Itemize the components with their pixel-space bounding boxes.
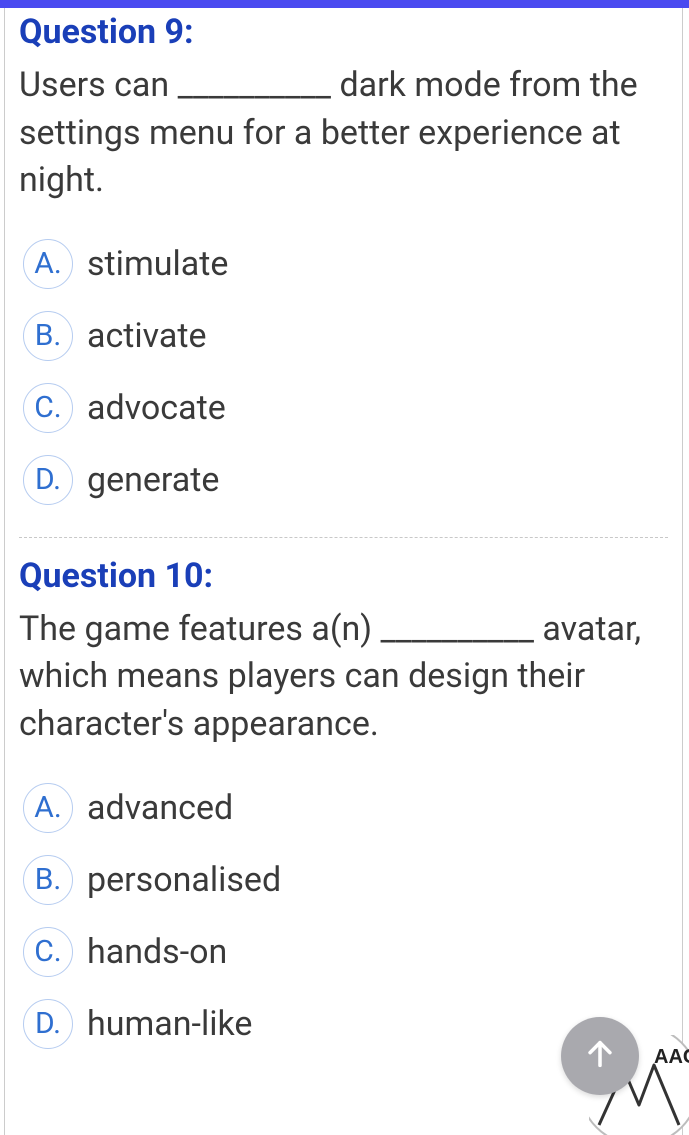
option-text: generate — [87, 460, 219, 500]
option-d[interactable]: D. generate — [23, 455, 668, 505]
scroll-to-top-button[interactable] — [561, 1017, 639, 1095]
option-text: personalised — [87, 860, 281, 900]
question-title: Question 9: — [19, 12, 668, 52]
option-letter: A. — [23, 239, 73, 289]
options-list: A. stimulate B. activate C. advocate D. … — [19, 239, 668, 505]
question-title: Question 10: — [19, 556, 668, 596]
question-block: Question 10: The game features a(n) ____… — [19, 556, 668, 1067]
option-letter: B. — [23, 855, 73, 905]
option-text: stimulate — [87, 244, 228, 284]
option-letter: C. — [23, 927, 73, 977]
option-a[interactable]: A. advanced — [23, 783, 668, 833]
page-content: Question 9: Users can __________ dark mo… — [4, 8, 683, 1135]
question-text: Users can __________ dark mode from the … — [19, 62, 668, 205]
question-block: Question 9: Users can __________ dark mo… — [19, 12, 668, 523]
option-letter: D. — [23, 455, 73, 505]
option-text: activate — [87, 316, 207, 356]
option-c[interactable]: C. hands-on — [23, 927, 668, 977]
option-letter: C. — [23, 383, 73, 433]
option-a[interactable]: A. stimulate — [23, 239, 668, 289]
option-text: advanced — [87, 788, 233, 828]
option-text: advocate — [87, 388, 226, 428]
question-text: The game features a(n) __________ avatar… — [19, 606, 668, 749]
option-letter: D. — [23, 999, 73, 1049]
option-text: human-like — [87, 1004, 252, 1044]
options-list: A. advanced B. personalised C. hands-on … — [19, 783, 668, 1049]
divider — [19, 537, 668, 538]
option-letter: A. — [23, 783, 73, 833]
arrow-up-icon — [583, 1037, 617, 1075]
option-b[interactable]: B. personalised — [23, 855, 668, 905]
option-text: hands-on — [87, 932, 227, 972]
option-letter: B. — [23, 311, 73, 361]
option-b[interactable]: B. activate — [23, 311, 668, 361]
top-accent-bar — [0, 0, 689, 8]
option-c[interactable]: C. advocate — [23, 383, 668, 433]
